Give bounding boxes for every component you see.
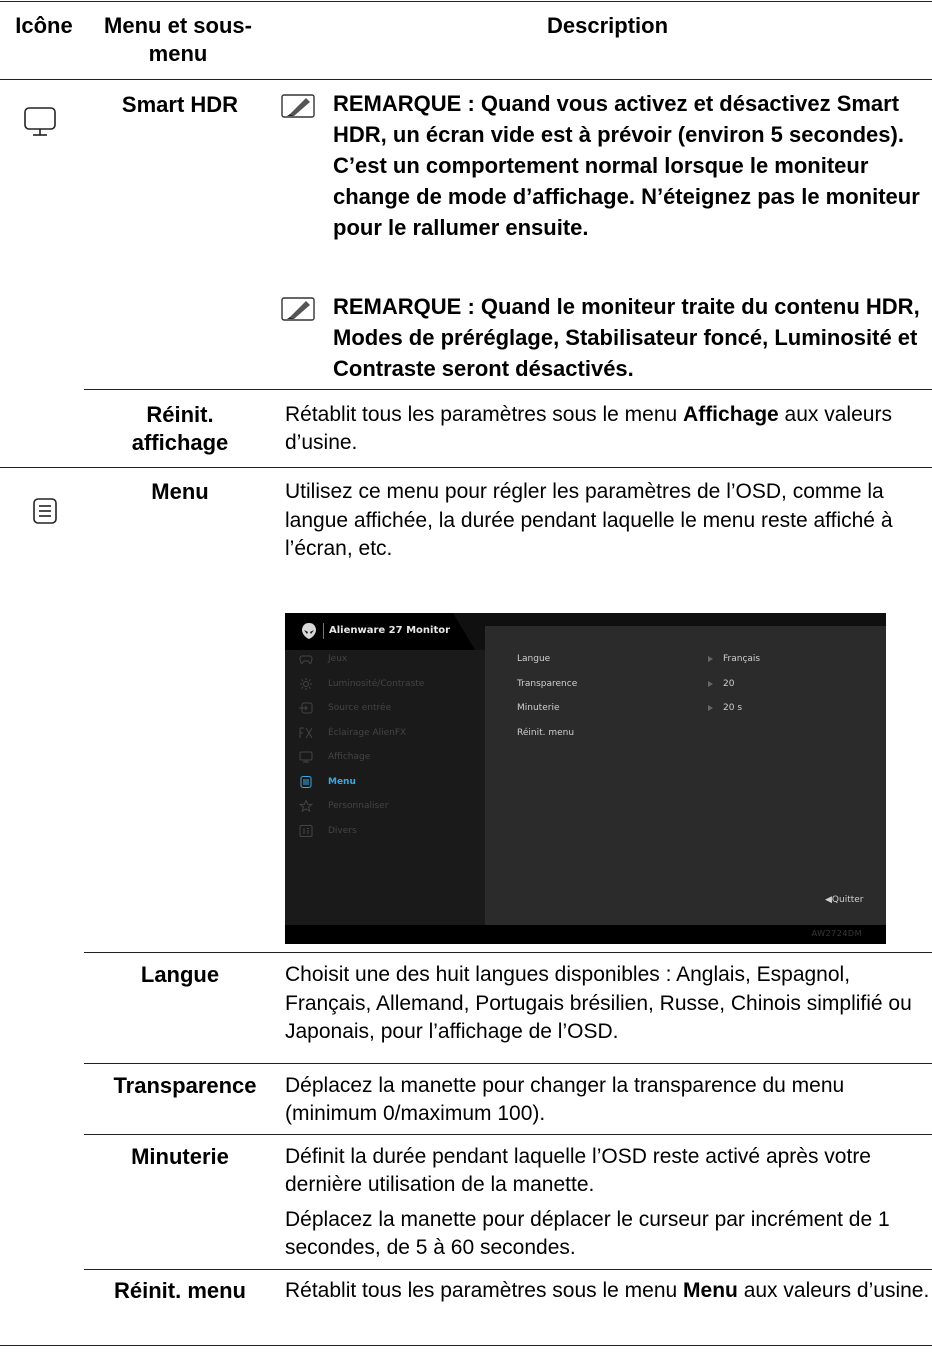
note-text: REMARQUE : Quand vous activez et désacti… [333,91,920,240]
osd-value-minuterie: 20 s [723,703,743,713]
display-icon [299,751,313,763]
desc-reinit-affichage: Rétablit tous les paramètres sous le men… [285,403,892,454]
header-bottom-rule [0,79,932,80]
table-bottom-rule [0,1345,932,1346]
row-rule [84,389,932,390]
menu-label-reinit-affichage: Réinit. affichage [131,402,229,455]
desc-minuterie-1: Définit la durée pendant laquelle l’OSD … [285,1145,871,1196]
input-source-icon [299,702,313,714]
header-menu-col: Menu et sous-menu [104,13,252,66]
desc-transparence: Déplacez la manette pour changer la tran… [285,1074,845,1125]
osd-model-label: AW2724DM [811,929,862,938]
pencil-note-icon [281,94,315,118]
osd-option-arrow [708,681,713,687]
pencil-note-icon [281,297,315,321]
menu-icon [32,497,58,525]
menu-label-reinit-menu: Réinit. menu [113,1278,246,1303]
osd-option-arrow [708,656,713,662]
menu-icon [299,776,313,788]
fx-icon [299,727,313,739]
desc-reinit-menu: Rétablit tous les paramètres sous le men… [285,1279,930,1302]
brightness-icon [299,678,313,690]
gamepad-icon [299,653,313,665]
star-icon [298,799,314,813]
display-icon [22,105,58,139]
menu-label-langue: Langue [140,962,220,987]
osd-screenshot: Alienware 27 Monitor Jeux Luminosité/Con… [285,613,886,944]
row-rule [84,952,932,953]
row-rule [84,1269,932,1270]
osd-options-panel [485,626,886,925]
header-desc-col: Description [546,13,669,38]
osd-bottom-bar [285,925,886,944]
alienware-logo-icon [301,622,317,640]
note-hdr-content: REMARQUE : Quand le moniteur traite du c… [281,291,931,384]
note-text: REMARQUE : Quand le moniteur traite du c… [333,294,920,381]
osd-quit-button[interactable]: ◀Quitter [825,895,864,905]
note-smart-hdr-blank-screen: REMARQUE : Quand vous activez et désacti… [281,88,931,243]
menu-label-menu: Menu [151,479,209,504]
menu-label-transparence: Transparence [113,1073,257,1098]
row-rule [84,1063,932,1064]
desc-menu: Utilisez ce menu pour régler les paramèt… [285,480,893,560]
menu-label-minuterie: Minuterie [131,1144,229,1169]
osd-option-langue[interactable]: Langue [517,653,550,665]
osd-menu-panel [285,650,485,925]
desc-minuterie-2: Déplacez la manette pour déplacer le cur… [285,1208,890,1259]
osd-option-arrow [708,705,713,711]
osd-title-separator [323,623,324,639]
osd-value-transparence: 20 [723,679,735,689]
table-top-rule [0,1,932,2]
osd-option-transparence[interactable]: Transparence [517,678,577,690]
header-icon-col: Icône [15,13,73,38]
row-rule [84,1134,932,1135]
section-rule [0,467,932,468]
osd-option-reinit-menu[interactable]: Réinit. menu [517,727,574,739]
menu-label-smart-hdr: Smart HDR [121,92,239,117]
osd-value-langue: Français [723,654,761,664]
osd-option-minuterie[interactable]: Minuterie [517,702,559,714]
info-icon [299,825,313,837]
desc-langue: Choisit une des huit langues disponibles… [285,963,912,1043]
osd-title: Alienware 27 Monitor [329,625,451,636]
